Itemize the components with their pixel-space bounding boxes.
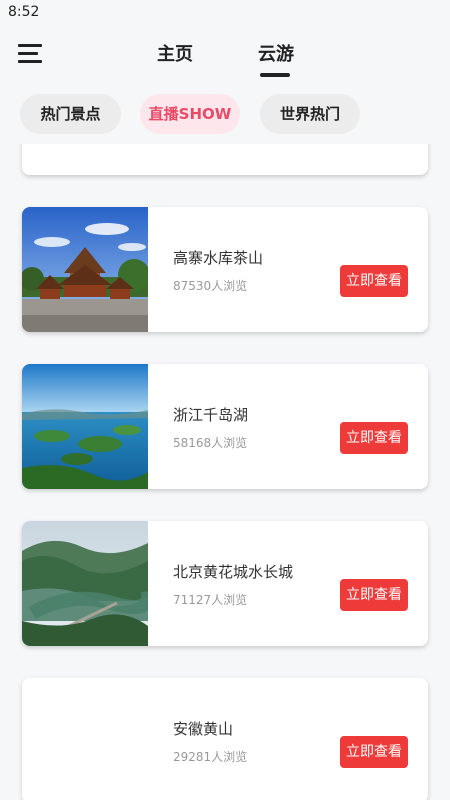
tab-home[interactable]: 主页 [157, 40, 193, 66]
spot-name: 安徽黄山 [173, 720, 234, 738]
spot-card[interactable]: 北京黄花城水长城 71127人浏览 立即查看 [22, 521, 428, 646]
lake-photo [22, 364, 148, 489]
spot-name: 浙江千岛湖 [173, 406, 249, 424]
spot-views: 87530人浏览 [173, 279, 248, 293]
spot-views: 58168人浏览 [173, 436, 248, 450]
active-tab-indicator [260, 73, 290, 77]
status-time: 8:52 [8, 4, 40, 20]
chip-live-show[interactable]: 直播SHOW [140, 94, 240, 134]
spot-name: 高寨水库茶山 [173, 249, 264, 267]
spot-name: 北京黄花城水长城 [173, 563, 294, 581]
view-now-button[interactable]: 立即查看 [340, 736, 408, 768]
spot-thumbnail [22, 678, 148, 800]
chip-hot-spots[interactable]: 热门景点 [20, 94, 121, 134]
pagoda-photo [22, 207, 148, 332]
spot-card[interactable] [22, 144, 428, 175]
spot-views: 71127人浏览 [173, 593, 248, 607]
spot-card[interactable]: 安徽黄山 29281人浏览 立即查看 [22, 678, 428, 800]
category-chips: 热门景点 直播SHOW 世界热门 [0, 86, 450, 144]
spot-views: 29281人浏览 [173, 750, 248, 764]
view-now-button[interactable]: 立即查看 [340, 265, 408, 297]
tab-cloud-tour[interactable]: 云游 [258, 40, 294, 66]
top-nav: 主页 云游 [0, 26, 450, 86]
great-wall-photo [22, 521, 148, 646]
spot-list[interactable]: 高寨水库茶山 87530人浏览 立即查看 浙江千岛湖 58168人浏览 立即查看… [0, 144, 450, 800]
spot-thumbnail [22, 144, 148, 175]
spot-card[interactable]: 高寨水库茶山 87530人浏览 立即查看 [22, 207, 428, 332]
menu-icon[interactable] [18, 44, 42, 64]
chip-world-hot[interactable]: 世界热门 [260, 94, 360, 134]
spot-card[interactable]: 浙江千岛湖 58168人浏览 立即查看 [22, 364, 428, 489]
status-bar: 8:52 [0, 0, 450, 26]
view-now-button[interactable]: 立即查看 [340, 579, 408, 611]
view-now-button[interactable]: 立即查看 [340, 422, 408, 454]
